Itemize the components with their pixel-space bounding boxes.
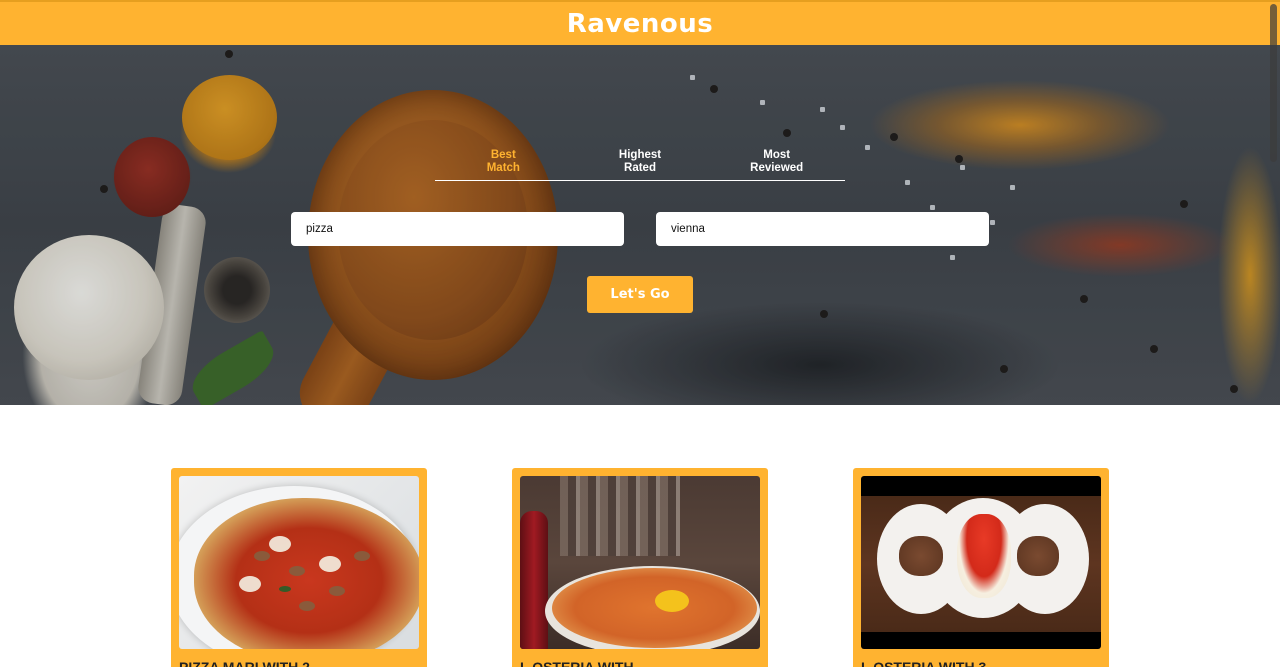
page-scrollbar[interactable] — [1268, 0, 1280, 667]
business-card[interactable]: PIZZA MARI WITH 2... — [171, 468, 427, 667]
tab-highest-rated-label: Rated — [624, 162, 656, 174]
tab-most-reviewed-label: Most — [763, 149, 791, 161]
mozzarella — [239, 576, 261, 592]
pizza-image — [194, 498, 419, 649]
sort-tabs: Best Match Highest Rated Most Reviewed — [435, 148, 845, 181]
app-title: Ravenous — [566, 8, 714, 39]
tiramisu-image — [1017, 536, 1059, 576]
app: Ravenous Best Match Highest Rated Most R… — [0, 0, 1280, 667]
business-name: PIZZA MARI WITH 2... — [179, 659, 322, 667]
basil-leaf — [279, 586, 291, 592]
mushroom — [254, 551, 270, 561]
person-shirt — [560, 476, 680, 556]
pepper-grinder-image — [520, 511, 548, 649]
panna-cotta-image — [957, 514, 1011, 598]
mozzarella — [269, 536, 291, 552]
tab-highest-rated-label: Highest — [618, 149, 662, 161]
search-term-input[interactable] — [291, 212, 624, 246]
mushroom — [354, 551, 370, 561]
mushroom — [299, 601, 315, 611]
tiramisu-image — [899, 536, 943, 576]
location-input[interactable] — [656, 212, 989, 246]
tab-highest-rated[interactable]: Highest Rated — [572, 148, 709, 180]
business-name: L OSTERIA WITH... — [520, 659, 646, 667]
business-name: L OSTERIA WITH 3... — [861, 659, 998, 667]
tab-most-reviewed[interactable]: Most Reviewed — [708, 148, 845, 180]
tab-best-match[interactable]: Best Match — [435, 148, 572, 180]
business-card[interactable]: L OSTERIA WITH... — [512, 468, 768, 667]
lemon-slice — [655, 590, 689, 612]
mozzarella — [319, 556, 341, 572]
business-image — [861, 476, 1101, 649]
business-image — [520, 476, 760, 649]
hero-overlay — [0, 45, 1280, 405]
mushroom — [329, 586, 345, 596]
business-card[interactable]: L OSTERIA WITH 3... — [853, 468, 1109, 667]
search-hero — [0, 45, 1280, 405]
scrollbar-thumb[interactable] — [1270, 4, 1277, 162]
tab-best-match-label: Match — [486, 162, 520, 174]
business-image — [179, 476, 419, 649]
pizza-image — [552, 568, 757, 648]
tab-most-reviewed-label: Reviewed — [750, 162, 804, 174]
app-header: Ravenous — [0, 0, 1280, 45]
lets-go-button[interactable]: Let's Go — [587, 276, 693, 313]
mushroom — [289, 566, 305, 576]
tab-best-match-label: Best — [490, 149, 516, 161]
